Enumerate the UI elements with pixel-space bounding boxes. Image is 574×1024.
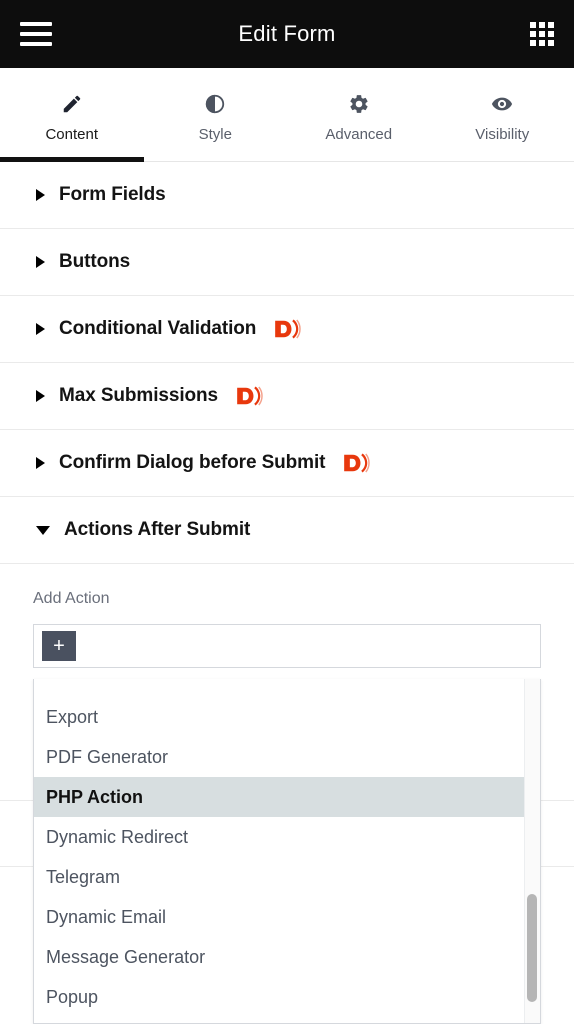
section-title: Max Submissions (59, 385, 218, 407)
list-item[interactable]: Message Generator (34, 937, 540, 977)
tab-label: Content (45, 126, 98, 143)
grid-cell (539, 22, 545, 28)
grid-cell (539, 31, 545, 37)
list-item[interactable]: Telegram (34, 857, 540, 897)
chevron-right-icon (36, 323, 45, 335)
section-title: Conditional Validation (59, 318, 256, 340)
hamburger-bar (20, 42, 52, 46)
actions-after-submit-body: Add Action + (0, 564, 574, 668)
list-item[interactable]: Export (34, 697, 540, 737)
dynamic-ooo-logo-icon (274, 318, 302, 340)
dropdown-option-list: Export PDF Generator PHP Action Dynamic … (34, 679, 540, 1017)
grid-cell (548, 31, 554, 37)
editor-tabs: Content Style Advanced (0, 68, 574, 162)
chevron-right-icon (36, 457, 45, 469)
section-title: Form Fields (59, 184, 166, 206)
add-action-label: Add Action (33, 590, 541, 608)
grid-cell (548, 22, 554, 28)
chevron-right-icon (36, 189, 45, 201)
tab-style[interactable]: Style (144, 68, 288, 161)
list-item[interactable]: Popup (34, 977, 540, 1017)
dynamic-ooo-logo-icon (343, 452, 371, 474)
grid-cell (530, 40, 536, 46)
list-item[interactable] (34, 679, 540, 697)
section-actions-after-submit[interactable]: Actions After Submit (0, 497, 574, 564)
list-item[interactable]: PDF Generator (34, 737, 540, 777)
chevron-right-icon (36, 390, 45, 402)
tab-content[interactable]: Content (0, 68, 144, 161)
add-action-repeater[interactable]: + (33, 624, 541, 668)
section-form-fields[interactable]: Form Fields (0, 162, 574, 229)
section-title: Confirm Dialog before Submit (59, 452, 325, 474)
form-editor-panel: Edit Form Content Styl (0, 0, 574, 1024)
grid-cell (530, 22, 536, 28)
chevron-right-icon (36, 256, 45, 268)
section-buttons[interactable]: Buttons (0, 229, 574, 296)
page-title: Edit Form (0, 21, 574, 47)
section-confirm-dialog-before-submit[interactable]: Confirm Dialog before Submit (0, 430, 574, 497)
tab-label: Advanced (325, 126, 392, 143)
apps-grid-icon[interactable] (530, 22, 554, 46)
tab-label: Style (199, 126, 232, 143)
section-title: Buttons (59, 251, 130, 273)
section-max-submissions[interactable]: Max Submissions (0, 363, 574, 430)
dynamic-ooo-logo-icon (236, 385, 264, 407)
list-item-selected[interactable]: PHP Action (34, 777, 540, 817)
scrollbar-thumb[interactable] (527, 894, 537, 1002)
section-title: Actions After Submit (64, 519, 250, 541)
eye-icon (490, 92, 514, 116)
list-item[interactable]: Dynamic Email (34, 897, 540, 937)
hamburger-bar (20, 32, 52, 36)
tab-advanced[interactable]: Advanced (287, 68, 431, 161)
plus-icon[interactable]: + (42, 631, 76, 661)
list-item[interactable]: Dynamic Redirect (34, 817, 540, 857)
gear-icon (348, 92, 370, 116)
grid-cell (539, 40, 545, 46)
section-conditional-validation[interactable]: Conditional Validation (0, 296, 574, 363)
contrast-icon (204, 92, 226, 116)
chevron-down-icon (36, 526, 50, 535)
app-header: Edit Form (0, 0, 574, 68)
dropdown-scrollbar[interactable] (524, 679, 540, 1023)
hamburger-menu-icon[interactable] (20, 22, 52, 46)
hamburger-bar (20, 22, 52, 26)
grid-cell (548, 40, 554, 46)
grid-cell (530, 31, 536, 37)
pencil-icon (61, 92, 83, 116)
add-action-dropdown[interactable]: Export PDF Generator PHP Action Dynamic … (33, 679, 541, 1024)
tab-label: Visibility (475, 126, 529, 143)
tab-visibility[interactable]: Visibility (431, 68, 574, 161)
accordion-sections: Form Fields Buttons Conditional Validati… (0, 162, 574, 564)
